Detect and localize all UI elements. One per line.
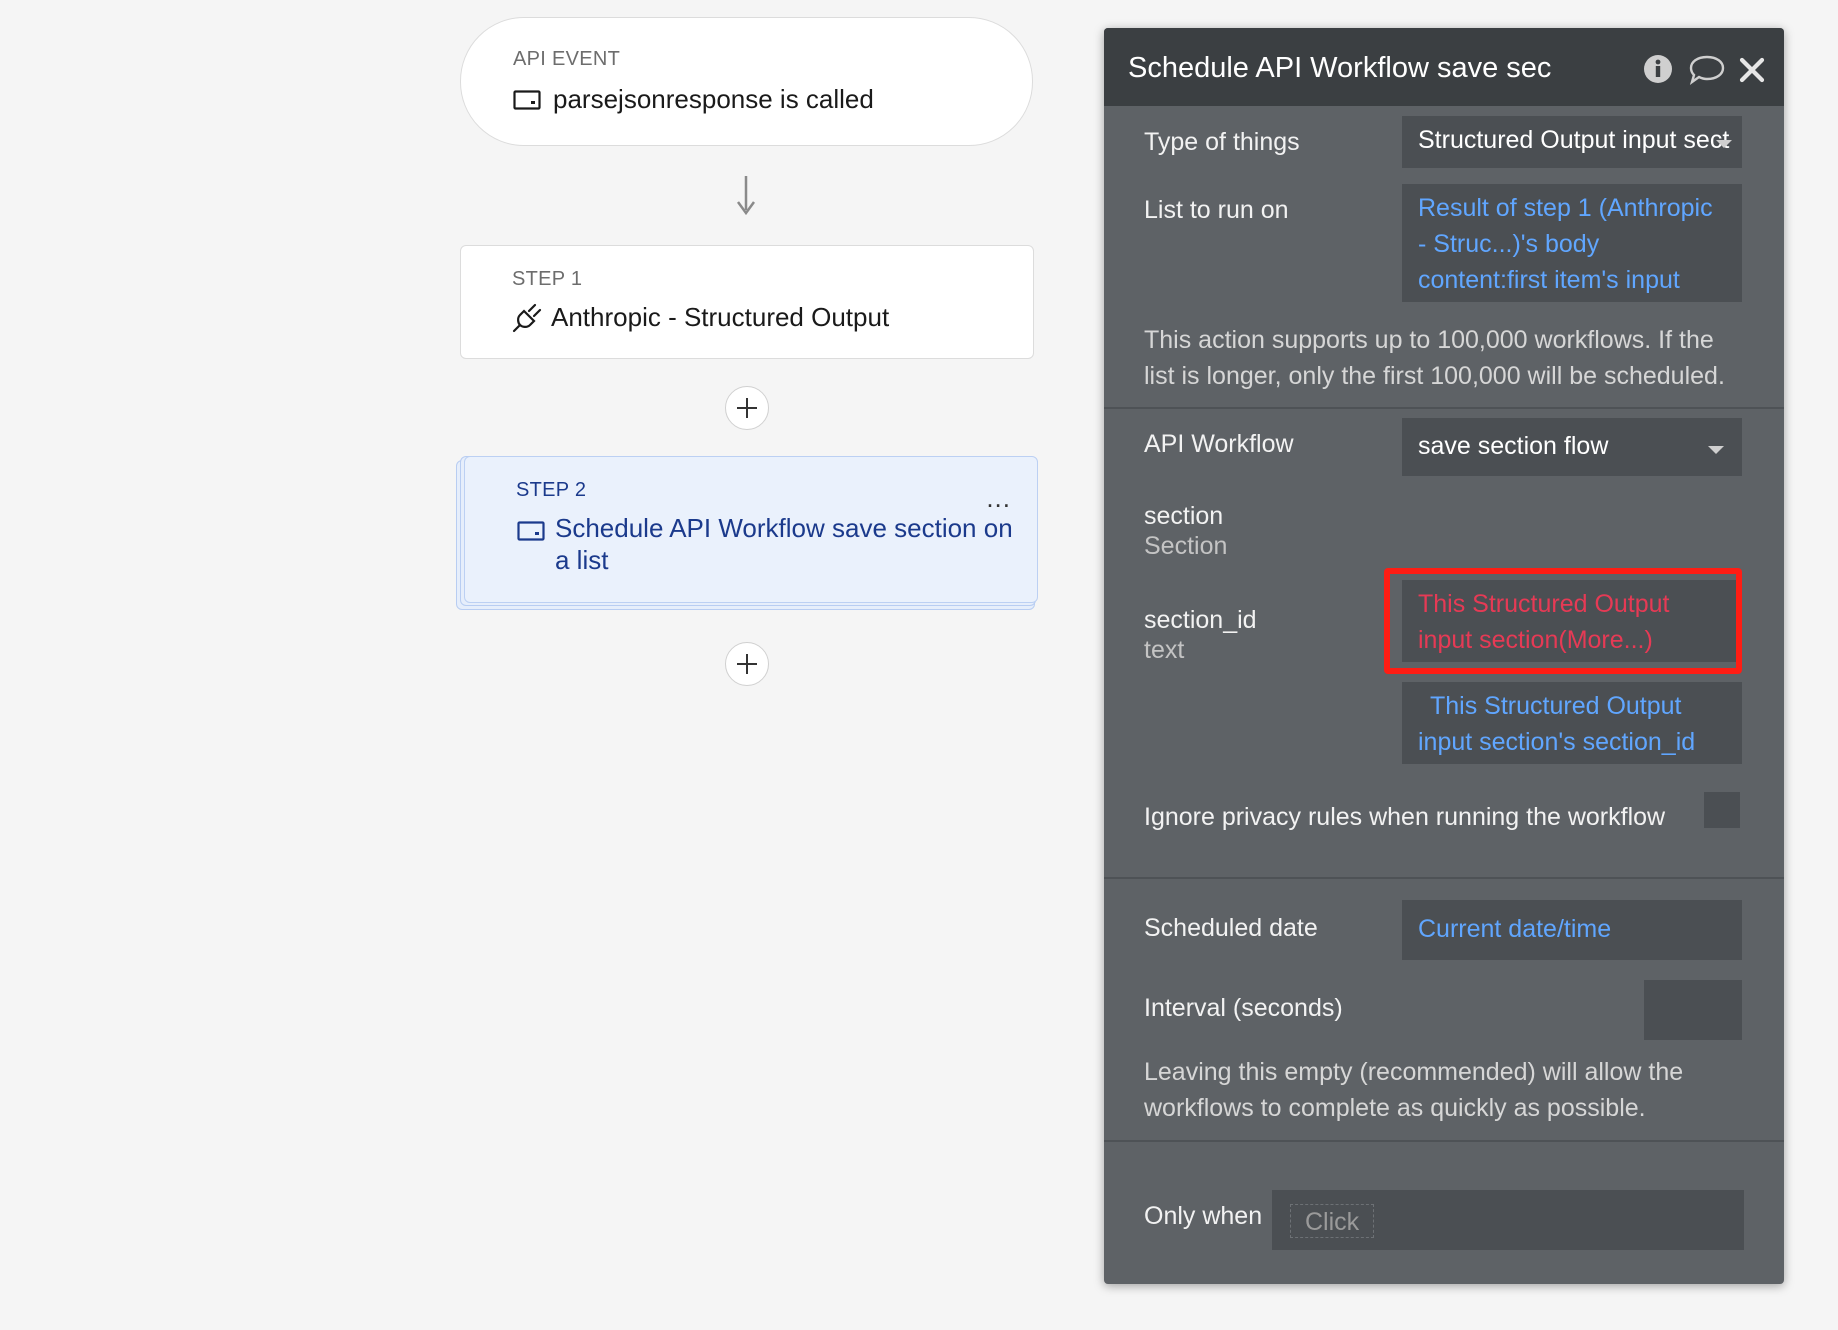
- only-when-click-placeholder[interactable]: Click: [1290, 1204, 1375, 1238]
- divider: [1104, 1140, 1784, 1142]
- event-caption: API EVENT: [513, 48, 621, 70]
- list-limit-note: This action supports up to 100,000 workf…: [1144, 326, 1725, 390]
- api-event-card[interactable]: API EVENT parsejsonresponse is called: [460, 17, 1033, 146]
- step1-caption: STEP 1: [512, 268, 583, 290]
- divider: [1104, 877, 1784, 879]
- scheduled-date-field[interactable]: Current date/time: [1402, 900, 1742, 960]
- api-event-icon: [513, 90, 541, 110]
- panel-header: Schedule API Workflow save sec: [1104, 28, 1784, 106]
- section-id-param-label: section_id: [1144, 606, 1257, 634]
- step2-card[interactable]: STEP 2 Schedule API Workflow save sectio…: [464, 456, 1038, 603]
- only-when-condition-field[interactable]: Click: [1272, 1190, 1744, 1250]
- interval-label: Interval (seconds): [1144, 994, 1343, 1022]
- error-highlight-box: [1384, 568, 1742, 674]
- step1-card[interactable]: STEP 1 Anthropic - Structured Output: [460, 245, 1034, 359]
- type-of-things-value: Structured Output input sect: [1418, 126, 1730, 154]
- section-id-param-field[interactable]: This Structured Output input section's s…: [1402, 682, 1742, 764]
- section-id-param-type: text: [1144, 636, 1185, 664]
- close-icon[interactable]: [1738, 53, 1766, 85]
- interval-input[interactable]: [1644, 980, 1742, 1040]
- ignore-privacy-label: Ignore privacy rules when running the wo…: [1144, 803, 1666, 831]
- section-id-param-value: This Structured Output input section's s…: [1418, 692, 1696, 756]
- step2-title: Schedule API Workflow save section on a …: [555, 513, 1013, 575]
- add-step-button[interactable]: [725, 642, 769, 686]
- api-workflow-icon: [517, 521, 545, 541]
- scheduled-date-label: Scheduled date: [1144, 914, 1318, 942]
- list-to-run-on-label: List to run on: [1144, 196, 1289, 224]
- section-param-type: Section: [1144, 532, 1228, 560]
- divider: [1104, 407, 1784, 409]
- step2-caption: STEP 2: [516, 479, 587, 501]
- api-workflow-dropdown[interactable]: save section flow: [1402, 418, 1742, 476]
- info-icon[interactable]: [1642, 53, 1674, 85]
- ignore-privacy-checkbox[interactable]: [1704, 792, 1740, 828]
- api-workflow-label: API Workflow: [1144, 430, 1294, 458]
- interval-note: Leaving this empty (recommended) will al…: [1144, 1058, 1684, 1122]
- list-to-run-on-field[interactable]: Result of step 1 (Anthropic - Struc...)'…: [1402, 184, 1742, 302]
- chevron-down-icon: [1716, 140, 1732, 148]
- flow-arrow-icon: [736, 176, 756, 216]
- api-workflow-value: save section flow: [1418, 432, 1609, 460]
- type-of-things-dropdown[interactable]: Structured Output input sect: [1402, 116, 1742, 168]
- more-options-button[interactable]: ...: [986, 483, 1011, 514]
- step1-title: Anthropic - Structured Output: [551, 302, 890, 332]
- panel-title: Schedule API Workflow save sec: [1128, 52, 1552, 84]
- chevron-down-icon: [1708, 446, 1724, 454]
- add-step-button[interactable]: [725, 386, 769, 430]
- event-title: parsejsonresponse is called: [553, 84, 874, 114]
- section-param-label: section: [1144, 502, 1224, 530]
- property-editor-panel: Schedule API Workflow save sec Type of t…: [1104, 28, 1784, 1284]
- type-of-things-label: Type of things: [1144, 128, 1300, 156]
- plugin-icon: [512, 303, 542, 333]
- comment-icon[interactable]: [1688, 53, 1726, 85]
- only-when-label: Only when: [1144, 1202, 1263, 1230]
